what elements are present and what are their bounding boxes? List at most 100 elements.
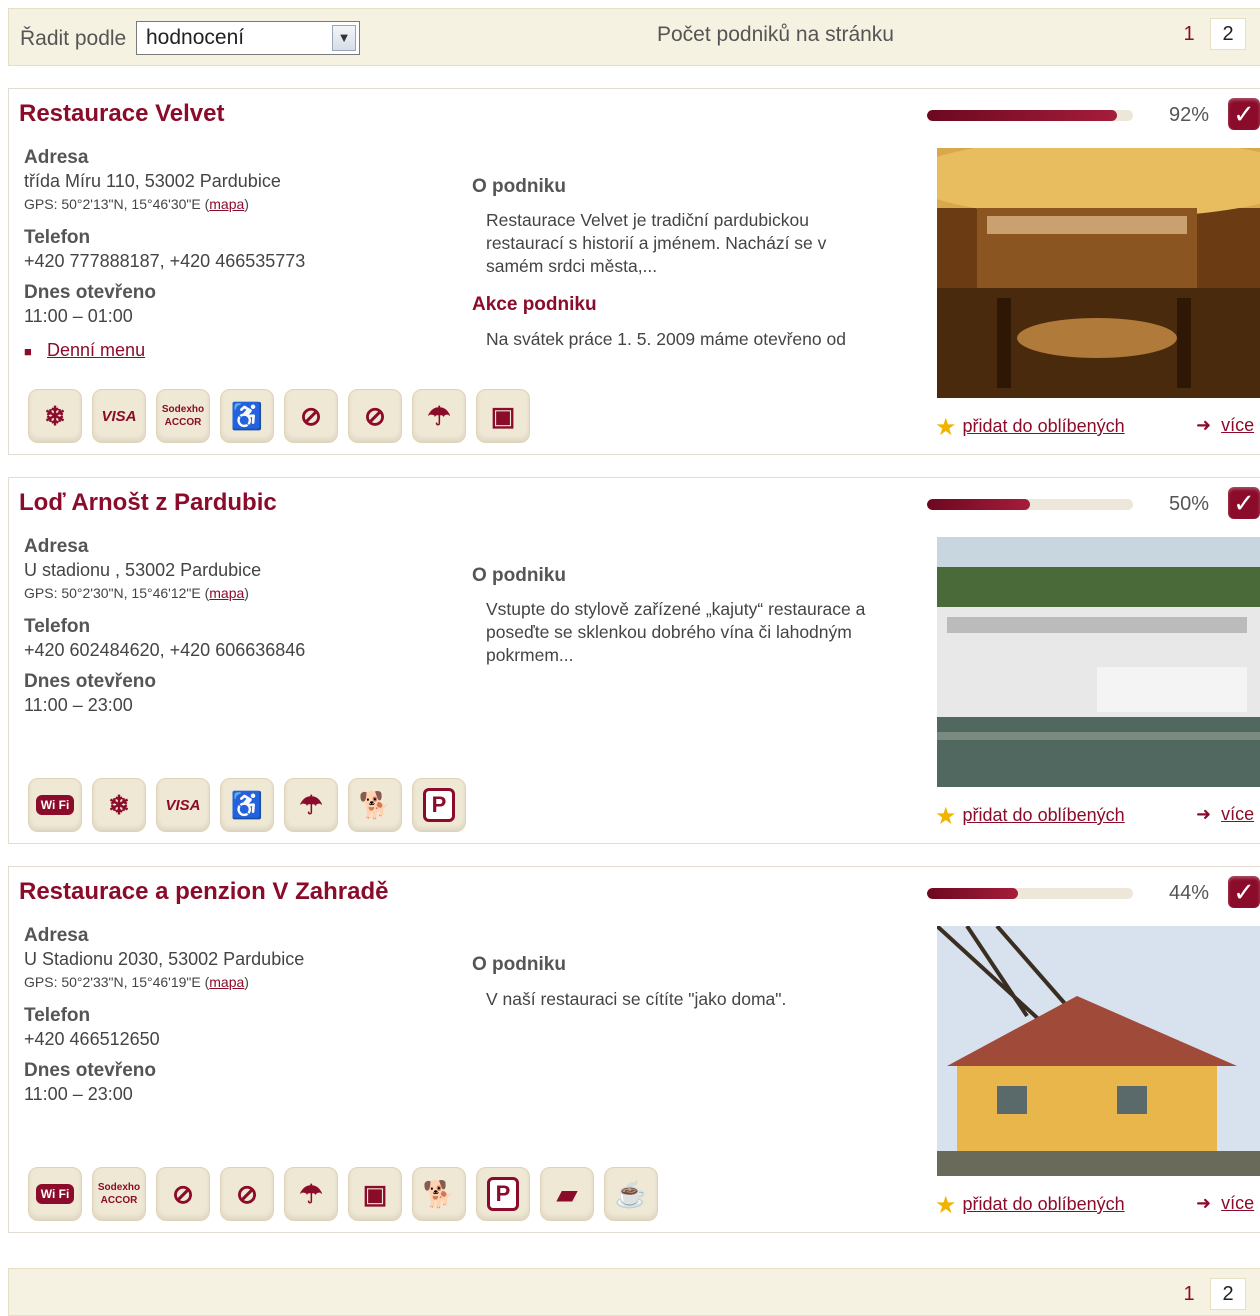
gps-line: GPS: 50°2'13"N, 15°46'30"E (mapa) [24,196,249,212]
wifi-icon: Wi Fi [28,1167,82,1221]
listing-name[interactable]: Loď Arnošt z Pardubic [19,489,277,517]
gps-value: GPS: 50°2'33"N, 15°46'19"E [24,974,201,990]
rating-bar [927,499,1133,510]
more-link[interactable]: více [1221,1193,1254,1213]
rating-bar [927,888,1133,899]
address-label: Adresa [24,536,89,557]
sodexho-icon: Sodexho ACCOR [92,1167,146,1221]
coffee-icon: ☕ [604,1167,658,1221]
page-link-1[interactable]: 1 [1172,1279,1206,1309]
sort-select-value: hodnocení [146,26,245,49]
map-link[interactable]: mapa [209,585,244,601]
listing-card: Restaurace Velvet Adresa třída Míru 110,… [8,88,1260,455]
pagination-top: 12 [1172,18,1250,50]
per-page-label: Počet podniků na stránku [657,23,894,46]
sort-toolbar: Řadit podle hodnocení ▼ Počet podniků na… [8,8,1260,66]
book-icon: ■ [24,344,32,359]
about-heading: O podniku [472,954,566,975]
hours-value: 11:00 – 01:00 [24,306,133,326]
book-icon: ▰ [540,1167,594,1221]
star-icon: ★ [935,803,957,830]
wheelchair-icon: ♿ [220,389,274,443]
dog-icon: 🐕 [412,1167,466,1221]
parking-icon: P [412,778,466,832]
wifi-icon: Wi Fi [28,778,82,832]
daily-menu: ■ Denní menu [24,340,145,361]
more-link-wrap: ➜ více [1196,1193,1254,1214]
events-text: Na svátek práce 1. 5. 2009 máme otevřeno… [486,329,846,349]
no-smoking-icon: ⊘ [348,389,402,443]
events-heading: Akce podniku [472,294,597,315]
dog-icon: 🐕 [348,778,402,832]
snowflake-icon: ❄ [92,778,146,832]
arrow-right-icon: ➜ [1196,1193,1212,1213]
rating-percent: 50% [1169,493,1210,515]
add-favorite-link[interactable]: přidat do oblíbených [963,416,1125,436]
phone-label: Telefon [24,1005,91,1026]
page-link-2-current[interactable]: 2 [1210,18,1246,50]
phone-value: +420 602484620, +420 606636846 [24,640,306,660]
terrace-icon: ☂ [284,778,338,832]
sodexho-icon: Sodexho ACCOR [156,389,210,443]
arrow-right-icon: ➜ [1196,804,1212,824]
address-value: U stadionu , 53002 Pardubice [24,560,262,580]
arrow-right-icon: ➜ [1196,415,1212,435]
chevron-down-icon[interactable]: ▼ [332,25,356,51]
listing-photo[interactable] [937,537,1260,787]
about-heading: O podniku [472,565,566,586]
sort-label: Řadit podle [20,27,127,50]
page-link-2-current[interactable]: 2 [1210,1278,1246,1310]
gps-line: GPS: 50°2'30"N, 15°46'12"E (mapa) [24,585,249,601]
parking-icon: P [476,1167,530,1221]
pagination-bottom: 12 [1172,1278,1250,1310]
takeaway-icon: ▣ [476,389,530,443]
add-favorite: ★ přidat do oblíbených [935,413,1125,442]
about-heading: O podniku [472,176,566,197]
no-smoking-kids-icon: ⊘ [156,1167,210,1221]
feature-icons: Wi Fi ❄ VISA ♿ ☂ 🐕 P [28,778,466,832]
checkmark-icon[interactable]: ✓ [1228,98,1260,130]
listing-name[interactable]: Restaurace Velvet [19,100,224,128]
about-text: V naší restauraci se cítíte "jako doma". [486,989,787,1009]
rating-bar [927,110,1133,121]
sort-select[interactable]: hodnocení ▼ [136,21,360,55]
add-favorite-link[interactable]: přidat do oblíbených [963,805,1125,825]
phone-value: +420 466512650 [24,1029,160,1049]
rating-percent: 92% [1169,104,1210,126]
terrace-icon: ☂ [412,389,466,443]
map-link[interactable]: mapa [209,974,244,990]
page-link-1[interactable]: 1 [1172,19,1206,49]
listing-photo[interactable] [937,926,1260,1176]
feature-icons: Wi Fi Sodexho ACCOR ⊘ ⊘ ☂ ▣ 🐕 P ▰ ☕ [28,1167,658,1221]
terrace-icon: ☂ [284,1167,338,1221]
listing-name[interactable]: Restaurace a penzion V Zahradě [19,878,388,906]
address-value: U Stadionu 2030, 53002 Pardubice [24,949,305,969]
add-favorite: ★ přidat do oblíbených [935,1191,1125,1220]
daily-menu-link[interactable]: Denní menu [47,340,145,360]
more-link[interactable]: více [1221,804,1254,824]
rating-fill [927,110,1117,121]
more-link-wrap: ➜ více [1196,804,1254,825]
open-today-label: Dnes otevřeno [24,282,156,303]
no-smoking-icon: ⊘ [220,1167,274,1221]
rating-fill [927,499,1030,510]
more-link[interactable]: více [1221,415,1254,435]
about-text: Restaurace Velvet je tradiční pardubicko… [486,210,827,276]
feature-icons: ❄ VISA Sodexho ACCOR ♿ ⊘ ⊘ ☂ ▣ [28,389,530,443]
pagination-bar-bottom: 12 [8,1268,1260,1316]
listing-card: Loď Arnošt z Pardubic Adresa U stadionu … [8,477,1260,844]
wheelchair-icon: ♿ [220,778,274,832]
checkmark-icon[interactable]: ✓ [1228,876,1260,908]
gps-value: GPS: 50°2'13"N, 15°46'30"E [24,196,201,212]
listing-photo[interactable] [937,148,1260,398]
takeaway-icon: ▣ [348,1167,402,1221]
visa-icon: VISA [92,389,146,443]
add-favorite-link[interactable]: přidat do oblíbených [963,1194,1125,1214]
about-text: Vstupte do stylově zařízené „kajuty“ res… [486,599,866,665]
checkmark-icon[interactable]: ✓ [1228,487,1260,519]
gps-value: GPS: 50°2'30"N, 15°46'12"E [24,585,201,601]
map-link[interactable]: mapa [209,196,244,212]
snowflake-icon: ❄ [28,389,82,443]
hours-value: 11:00 – 23:00 [24,1084,133,1104]
rating-fill [927,888,1018,899]
